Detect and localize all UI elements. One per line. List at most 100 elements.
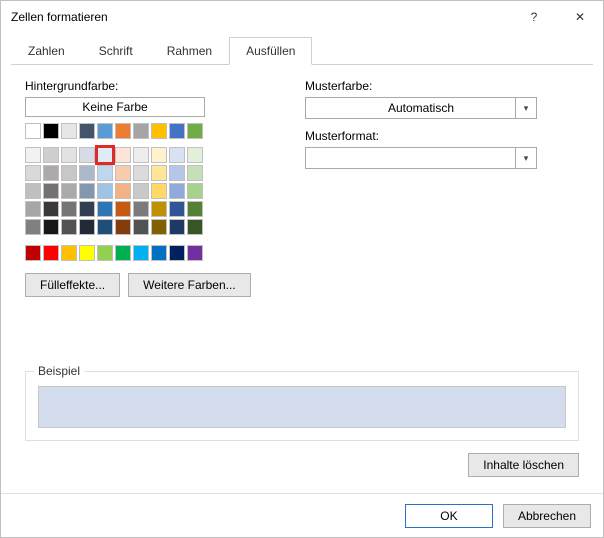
- color-swatch[interactable]: [61, 201, 77, 217]
- pattern-format-dropdown[interactable]: ▾: [305, 147, 537, 169]
- color-swatch[interactable]: [169, 147, 185, 163]
- color-swatch[interactable]: [169, 123, 185, 139]
- color-swatch[interactable]: [79, 147, 95, 163]
- ok-button[interactable]: OK: [405, 504, 493, 528]
- color-swatch[interactable]: [97, 165, 113, 181]
- color-swatch[interactable]: [43, 245, 59, 261]
- color-swatch[interactable]: [133, 201, 149, 217]
- pattern-format-value: [305, 147, 537, 169]
- color-swatch[interactable]: [115, 201, 131, 217]
- tab-ausfuellen[interactable]: Ausfüllen: [229, 37, 312, 65]
- color-swatch[interactable]: [115, 165, 131, 181]
- color-swatch[interactable]: [25, 165, 41, 181]
- pattern-format-label: Musterformat:: [305, 129, 579, 143]
- color-swatch[interactable]: [25, 201, 41, 217]
- color-swatch[interactable]: [43, 183, 59, 199]
- color-swatch[interactable]: [115, 245, 131, 261]
- color-swatch[interactable]: [61, 123, 77, 139]
- color-swatch[interactable]: [61, 245, 77, 261]
- color-swatch[interactable]: [187, 123, 203, 139]
- color-swatch[interactable]: [133, 219, 149, 235]
- pattern-color-value: Automatisch: [305, 97, 537, 119]
- fill-effects-button[interactable]: Fülleffekte...: [25, 273, 120, 297]
- color-swatch[interactable]: [25, 219, 41, 235]
- color-swatch[interactable]: [25, 147, 41, 163]
- example-fieldset: Beispiel: [25, 371, 579, 441]
- cancel-button[interactable]: Abbrechen: [503, 504, 591, 528]
- color-swatch[interactable]: [79, 123, 95, 139]
- color-swatch-selected[interactable]: [97, 147, 113, 163]
- color-swatch[interactable]: [97, 123, 113, 139]
- color-swatch[interactable]: [151, 245, 167, 261]
- color-swatch[interactable]: [133, 147, 149, 163]
- color-swatch[interactable]: [43, 123, 59, 139]
- chevron-down-icon[interactable]: ▾: [515, 147, 537, 169]
- color-swatch[interactable]: [97, 219, 113, 235]
- theme-color-row: [25, 123, 285, 139]
- color-swatch[interactable]: [79, 201, 95, 217]
- color-swatch[interactable]: [133, 165, 149, 181]
- color-swatch[interactable]: [187, 219, 203, 235]
- preview-swatch: [38, 386, 566, 428]
- color-swatch[interactable]: [61, 219, 77, 235]
- color-swatch[interactable]: [187, 165, 203, 181]
- pattern-color-label: Musterfarbe:: [305, 79, 579, 93]
- color-swatch[interactable]: [151, 123, 167, 139]
- color-swatch[interactable]: [133, 183, 149, 199]
- color-swatch[interactable]: [187, 147, 203, 163]
- color-swatch[interactable]: [97, 183, 113, 199]
- color-swatch[interactable]: [133, 245, 149, 261]
- tab-zahlen[interactable]: Zahlen: [11, 37, 82, 65]
- color-swatch[interactable]: [187, 245, 203, 261]
- titlebar: Zellen formatieren ? ✕: [1, 1, 603, 33]
- color-swatch[interactable]: [151, 165, 167, 181]
- color-swatch[interactable]: [187, 201, 203, 217]
- pattern-color-dropdown[interactable]: Automatisch ▾: [305, 97, 537, 119]
- color-swatch[interactable]: [133, 123, 149, 139]
- color-swatch[interactable]: [169, 245, 185, 261]
- no-color-button[interactable]: Keine Farbe: [25, 97, 205, 117]
- color-swatch[interactable]: [169, 219, 185, 235]
- window-title: Zellen formatieren: [11, 10, 108, 24]
- color-swatch[interactable]: [97, 245, 113, 261]
- color-swatch[interactable]: [43, 219, 59, 235]
- tab-rahmen[interactable]: Rahmen: [150, 37, 229, 65]
- color-swatch[interactable]: [151, 219, 167, 235]
- tab-strip: Zahlen Schrift Rahmen Ausfüllen: [11, 37, 593, 65]
- color-swatch[interactable]: [79, 165, 95, 181]
- color-swatch[interactable]: [115, 147, 131, 163]
- color-swatch[interactable]: [43, 147, 59, 163]
- color-swatch[interactable]: [79, 219, 95, 235]
- color-swatch[interactable]: [187, 183, 203, 199]
- color-swatch[interactable]: [43, 165, 59, 181]
- color-swatch[interactable]: [25, 183, 41, 199]
- color-swatch[interactable]: [25, 123, 41, 139]
- color-swatch[interactable]: [115, 123, 131, 139]
- color-swatch[interactable]: [169, 183, 185, 199]
- help-icon[interactable]: ?: [511, 1, 557, 33]
- color-swatch[interactable]: [97, 201, 113, 217]
- color-swatch[interactable]: [169, 201, 185, 217]
- color-swatch[interactable]: [115, 219, 131, 235]
- standard-color-row: [25, 245, 285, 261]
- color-swatch[interactable]: [61, 147, 77, 163]
- color-swatch[interactable]: [169, 165, 185, 181]
- color-swatch[interactable]: [25, 245, 41, 261]
- example-label: Beispiel: [34, 364, 84, 378]
- color-swatch[interactable]: [115, 183, 131, 199]
- color-swatch[interactable]: [43, 201, 59, 217]
- color-swatch[interactable]: [61, 183, 77, 199]
- close-icon[interactable]: ✕: [557, 1, 603, 33]
- color-swatch[interactable]: [151, 201, 167, 217]
- color-swatch[interactable]: [151, 147, 167, 163]
- color-palette: [25, 147, 285, 235]
- bgcolor-label: Hintergrundfarbe:: [25, 79, 285, 93]
- color-swatch[interactable]: [61, 165, 77, 181]
- color-swatch[interactable]: [151, 183, 167, 199]
- color-swatch[interactable]: [79, 245, 95, 261]
- color-swatch[interactable]: [79, 183, 95, 199]
- more-colors-button[interactable]: Weitere Farben...: [128, 273, 250, 297]
- clear-contents-button[interactable]: Inhalte löschen: [468, 453, 579, 477]
- chevron-down-icon[interactable]: ▾: [515, 97, 537, 119]
- tab-schrift[interactable]: Schrift: [82, 37, 150, 65]
